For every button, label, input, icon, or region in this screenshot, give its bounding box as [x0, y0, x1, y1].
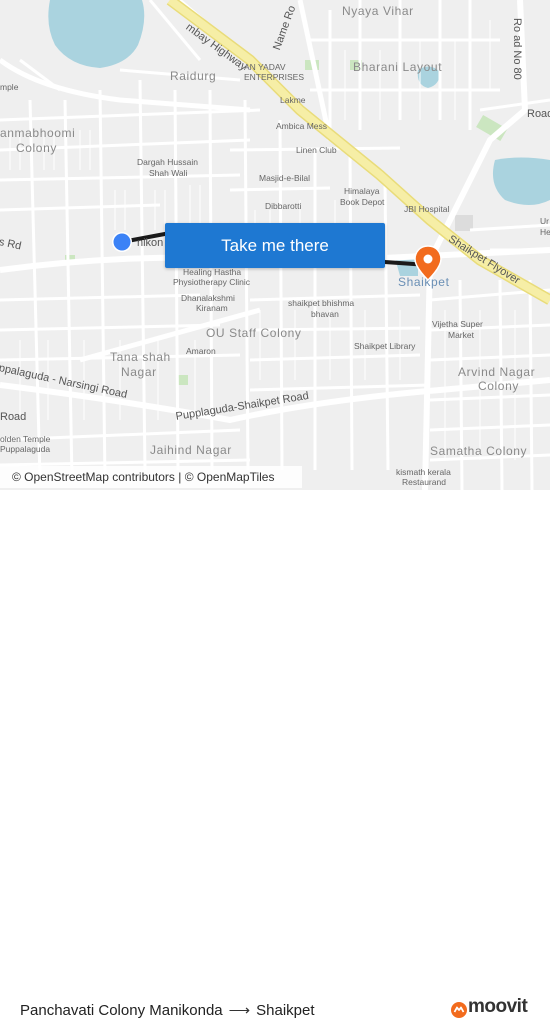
park-4: [178, 375, 188, 385]
origin-marker: [112, 232, 132, 252]
take-me-there-button[interactable]: Take me there: [165, 223, 385, 268]
lake-top-left: [48, 0, 145, 68]
label-golden-temple-puppalaguda: Puppalaguda: [0, 444, 51, 454]
label-arvind-nagar-colony: Colony: [478, 379, 519, 393]
origin-name: Panchavati Colony Manikonda: [20, 1002, 223, 1019]
label-bhishma-bhavan: bhavan: [311, 309, 339, 319]
label-janmabhoomi-colony: Colony: [16, 141, 57, 155]
label-right-partial-1: Ur: [540, 216, 549, 226]
label-book-depot: Book Depot: [340, 197, 385, 207]
label-himalaya: Himalaya: [344, 186, 380, 196]
label-ou-staff-colony: OU Staff Colony: [206, 326, 302, 340]
moovit-logo-text: moovit: [468, 996, 528, 1017]
label-tana-shah-nagar: Nagar: [121, 365, 157, 379]
label-dargah-shah-wali: Shah Wali: [149, 168, 188, 178]
label-manikonda-partial: nikon: [137, 237, 164, 249]
footer-bar: Panchavati Colony Manikonda ⟶ Shaikpet moo…: [0, 490, 550, 1019]
label-an-yadav-enterprises: ENTERPRISES: [244, 72, 304, 82]
label-dargah: Dargah Hussain: [137, 157, 198, 167]
label-kismath: kismath kerala: [396, 467, 451, 477]
label-masjid-e-bilal: Masjid-e-Bilal: [259, 173, 311, 183]
label-road-no-80: Ro ad No 80: [511, 18, 523, 80]
label-an-yadav: AN YADAV: [244, 62, 286, 72]
destination-name: Shaikpet: [256, 1002, 315, 1019]
label-road-left-bottom: Road: [0, 411, 27, 423]
route-summary: Panchavati Colony Manikonda ⟶ Shaikpet: [20, 1001, 315, 1019]
label-right-partial-2: He: [540, 227, 550, 237]
destination-pin-icon: [414, 245, 442, 281]
arrow-right-icon: ⟶: [228, 1002, 251, 1019]
label-temple-partial: mple: [0, 82, 19, 92]
label-healing-hastha: Healing Hastha: [183, 267, 242, 277]
map-view[interactable]: Raidurg Nyaya Vihar Bharani Layout anmab…: [0, 0, 550, 490]
label-dibbarotti: Dibbarotti: [265, 201, 302, 211]
label-bharani-layout: Bharani Layout: [353, 60, 443, 74]
label-bhishma: shaikpet bhishma: [288, 298, 355, 308]
label-raidurg: Raidurg: [170, 69, 217, 83]
map-attribution[interactable]: © OpenStreetMap contributors | © OpenMap…: [0, 466, 302, 488]
label-lakme: Lakme: [280, 95, 306, 105]
label-jaihind-nagar: Jaihind Nagar: [150, 443, 232, 457]
label-vijetha-market: Market: [448, 330, 474, 340]
label-linen-club: Linen Club: [296, 145, 337, 155]
label-kismath-restaurand: Restaurand: [402, 477, 446, 487]
label-tana-shah: Tana shah: [110, 350, 171, 364]
moovit-logo-icon: [451, 1002, 467, 1018]
label-arvind-nagar: Arvind Nagar: [458, 365, 536, 379]
label-samatha-colony: Samatha Colony: [430, 444, 528, 458]
label-janmabhoomi: anmabhoomi: [0, 126, 76, 140]
lake-right: [492, 157, 550, 205]
label-dhanalakshmi: Dhanalakshmi: [181, 293, 235, 303]
label-nyaya-vihar: Nyaya Vihar: [342, 4, 414, 18]
label-kiranam: Kiranam: [196, 303, 228, 313]
label-road-right: Road: [527, 108, 550, 120]
label-vijetha-super: Vijetha Super: [432, 319, 483, 329]
label-amaron: Amaron: [186, 346, 216, 356]
label-physiotherapy-clinic: Physiotherapy Clinic: [173, 277, 251, 287]
label-golden-temple: olden Temple: [0, 434, 51, 444]
label-shaikpet-library: Shaikpet Library: [354, 341, 416, 351]
label-ambica-mess: Ambica Mess: [276, 121, 328, 131]
label-jbi-hospital: JBI Hospital: [404, 204, 450, 214]
